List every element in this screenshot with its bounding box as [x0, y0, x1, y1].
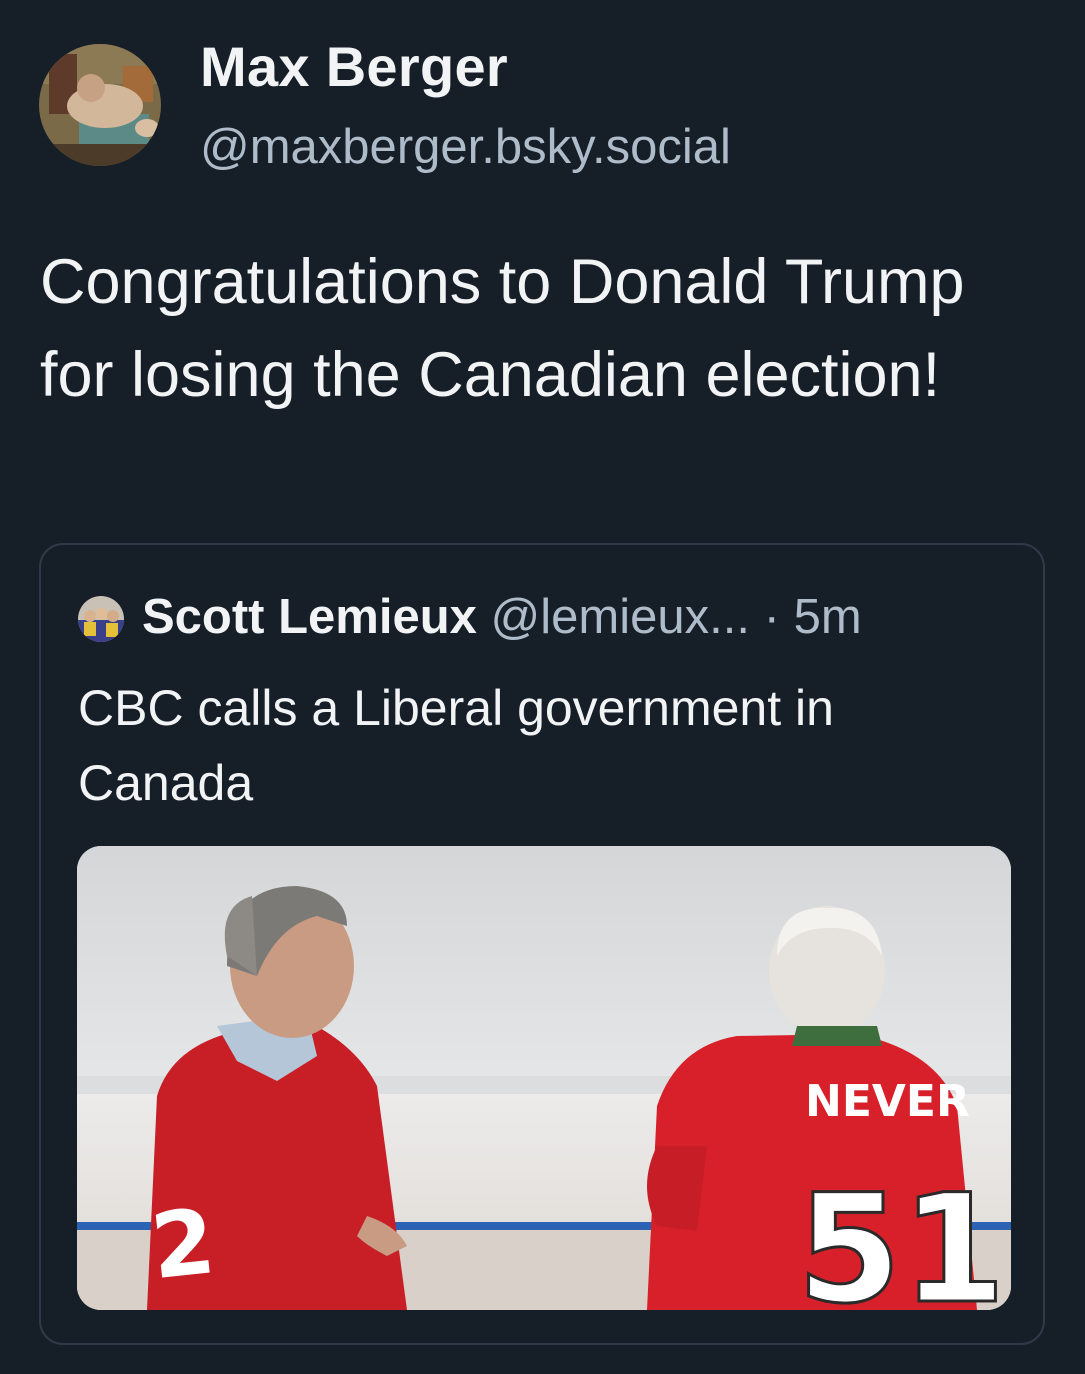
- quote-post-card[interactable]: Scott Lemieux @lemieux... · 5m CBC calls…: [39, 543, 1045, 1345]
- group-photo-avatar-icon: [78, 596, 124, 642]
- author-avatar[interactable]: [39, 44, 161, 166]
- svg-text:2: 2: [146, 1189, 219, 1300]
- quote-header: Scott Lemieux @lemieux... · 5m: [142, 587, 862, 647]
- post-text: Congratulations to Donald Trump for losi…: [40, 247, 965, 410]
- quote-image[interactable]: 2 NEVER 51: [77, 846, 1011, 1310]
- jersey-number: 51: [797, 1163, 1006, 1310]
- quote-author-avatar[interactable]: [78, 596, 124, 642]
- author-display-name[interactable]: Max Berger: [200, 34, 508, 99]
- separator-dot: ·: [763, 590, 780, 644]
- painting-avatar-icon: [39, 44, 161, 166]
- post: Max Berger @maxberger.bsky.social Congra…: [0, 0, 1085, 1374]
- quote-text: CBC calls a Liberal government in Canada: [78, 680, 834, 811]
- quote-author-handle[interactable]: @lemieux...: [491, 590, 750, 644]
- hockey-rink-photo: 2 NEVER 51: [77, 846, 1011, 1310]
- quote-timestamp[interactable]: 5m: [794, 590, 862, 644]
- author-handle[interactable]: @maxberger.bsky.social: [200, 119, 731, 175]
- jersey-word: NEVER: [805, 1076, 970, 1127]
- quote-author-name[interactable]: Scott Lemieux: [142, 590, 477, 644]
